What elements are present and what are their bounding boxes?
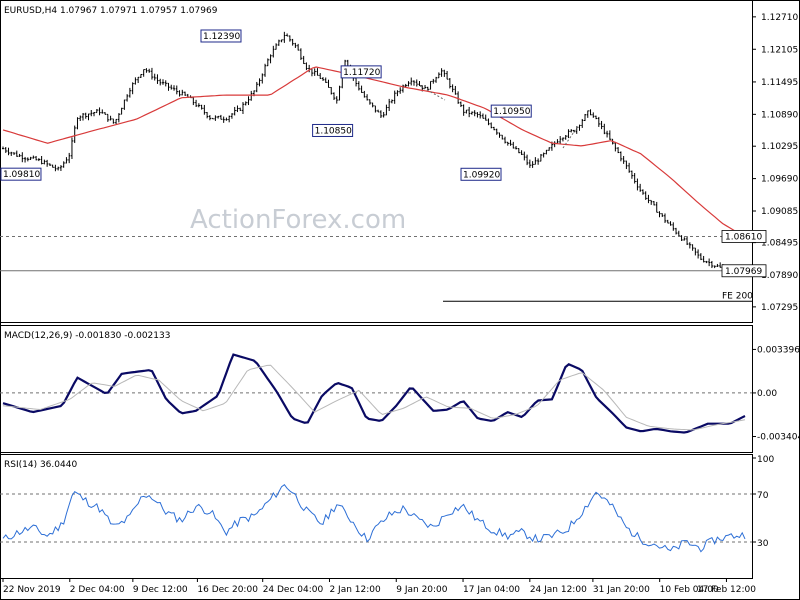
- price-ytick-label: 1.08495: [761, 239, 798, 249]
- swing-label: 1.10950: [493, 107, 530, 117]
- x-tick-label: 16 Dec 20:00: [197, 585, 258, 595]
- price-ytick-label: 1.10890: [761, 110, 798, 120]
- macd-title: MACD(12,26,9) -0.001830 -0.002133: [4, 331, 170, 341]
- level-label: 1.07969: [725, 267, 762, 277]
- macd-ytick-label: 0.00: [757, 389, 777, 399]
- rsi-ytick-label: 30: [757, 539, 769, 549]
- price-ytick-label: 1.07890: [761, 271, 798, 281]
- swing-label: 1.09920: [463, 170, 500, 180]
- level-label: 1.08610: [725, 232, 762, 242]
- x-tick-label: 9 Jan 20:00: [396, 585, 448, 595]
- x-tick-label: 2 Dec 04:00: [70, 585, 125, 595]
- macd-ytick-label: -0.003404: [757, 433, 800, 443]
- price-title: EURUSD,H4 1.07967 1.07971 1.07957 1.0796…: [4, 6, 218, 16]
- price-ytick-label: 1.09690: [761, 175, 798, 185]
- price-ytick-label: 1.10295: [761, 142, 798, 152]
- x-tick-label: 24 Jan 12:00: [530, 585, 587, 595]
- fe-200-label: FE 200: [722, 291, 753, 301]
- eurusd-chart: ActionForex.com EURUSD,H4 1.07967 1.0797…: [0, 0, 800, 600]
- rsi-title: RSI(14) 36.0440: [4, 460, 77, 470]
- swing-label: 1.09810: [3, 170, 40, 180]
- watermark: ActionForex.com: [190, 205, 406, 235]
- rsi-ytick-label: 70: [757, 491, 769, 501]
- macd-ytick-label: 0.003396: [757, 345, 800, 355]
- x-tick-label: 24 Dec 04:00: [263, 585, 324, 595]
- price-ytick-label: 1.12710: [761, 13, 798, 23]
- x-tick-label: 17 Feb 12:00: [697, 585, 756, 595]
- swing-label: 1.11720: [343, 68, 380, 78]
- price-ytick-label: 1.07295: [761, 303, 798, 313]
- x-tick-label: 17 Jan 04:00: [463, 585, 520, 595]
- rsi-ytick-label: 100: [757, 455, 774, 465]
- x-tick-label: 9 Dec 12:00: [133, 585, 188, 595]
- price-ytick-label: 1.11495: [761, 78, 798, 88]
- price-ytick-label: 1.09085: [761, 207, 798, 217]
- x-tick-label: 31 Jan 20:00: [593, 585, 650, 595]
- swing-label: 1.10850: [315, 126, 352, 136]
- price-ytick-label: 1.12105: [761, 45, 798, 55]
- x-tick-label: 22 Nov 2019: [3, 585, 61, 595]
- x-tick-label: 2 Jan 12:00: [329, 585, 381, 595]
- swing-label: 1.12390: [203, 32, 240, 42]
